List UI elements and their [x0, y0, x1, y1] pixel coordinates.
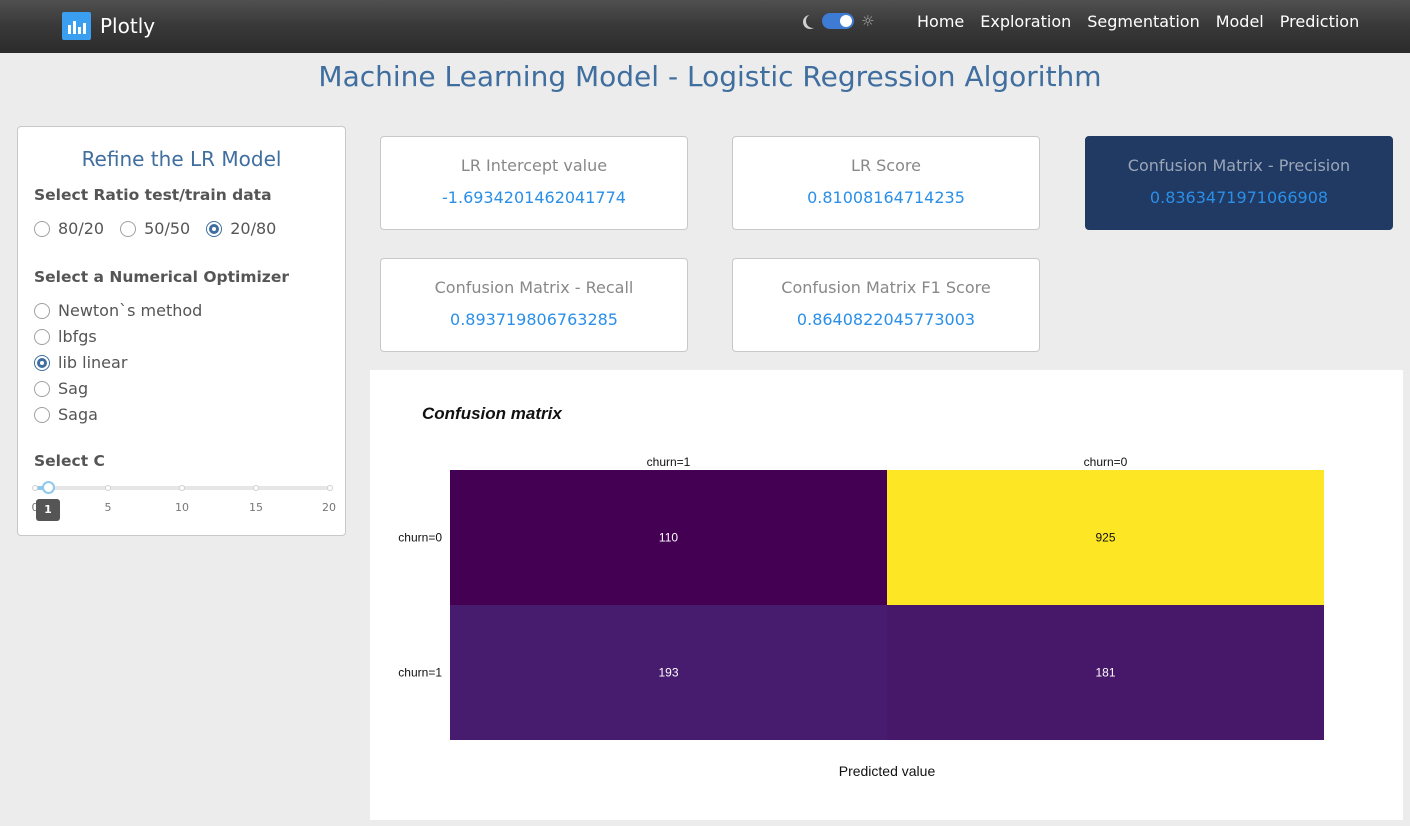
slider-handle[interactable]: [42, 481, 55, 494]
slider-mark[interactable]: [32, 485, 38, 491]
nav-link-segmentation[interactable]: Segmentation: [1079, 11, 1207, 33]
radio-label: Newton`s method: [58, 301, 203, 320]
theme-toggle[interactable]: [822, 13, 854, 29]
theme-switch[interactable]: ☼: [801, 11, 874, 31]
ratio-option-50-50[interactable]: 50/50: [120, 219, 190, 238]
card-label: LR Intercept value: [460, 156, 608, 175]
radio-label: Sag: [58, 379, 89, 398]
x-axis-title: Predicted value: [839, 763, 936, 779]
recall-card: Confusion Matrix - Recall 0.893719806763…: [380, 258, 688, 352]
slider-mark[interactable]: [253, 485, 259, 491]
card-label: Confusion Matrix - Precision: [1127, 156, 1351, 175]
card-label: Confusion Matrix - Recall: [434, 278, 634, 297]
nav-links: Home Exploration Segmentation Model Pred…: [909, 11, 1367, 33]
radio-button-checked[interactable]: [206, 220, 223, 237]
card-value: 0.893719806763285: [450, 310, 618, 329]
cell-value-label: 925: [1095, 531, 1115, 545]
card-label: Confusion Matrix F1 Score: [781, 278, 991, 297]
radio-button[interactable]: [34, 328, 50, 345]
card-value: 0.8363471971066908: [1149, 188, 1329, 207]
ratio-label: Select Ratio test/train data: [34, 186, 272, 204]
card-value: 0.8640822045773003: [796, 310, 976, 329]
precision-card: Confusion Matrix - Precision 0.836347197…: [1085, 136, 1393, 230]
x-tick-label: churn=0: [1084, 455, 1128, 469]
radio-label: 20/80: [230, 219, 277, 238]
nav-link-home[interactable]: Home: [909, 11, 972, 33]
optimizer-option-liblinear[interactable]: lib linear: [34, 353, 127, 372]
cell-value-label: 181: [1095, 666, 1115, 680]
nav-link-exploration[interactable]: Exploration: [972, 11, 1079, 33]
card-value: -1.6934201462041774: [442, 188, 626, 207]
moon-icon: [806, 14, 820, 28]
panel-title: Refine the LR Model: [81, 147, 282, 171]
x-tick-label: churn=1: [647, 455, 691, 469]
page-title: Machine Learning Model - Logistic Regres…: [318, 60, 1102, 93]
radio-button[interactable]: [34, 380, 50, 397]
brand-name: Plotly: [100, 14, 156, 38]
plotly-logo-icon: [62, 12, 91, 40]
confusion-matrix-chart: Confusion matrix 110 925 193 181 churn=1 chur…: [370, 370, 1403, 820]
f1-score-card: Confusion Matrix F1 Score 0.864082204577…: [732, 258, 1040, 352]
nav-link-model[interactable]: Model: [1208, 11, 1272, 33]
radio-button[interactable]: [34, 406, 50, 423]
top-navbar: Plotly ☼ Home Exploration Segmentation M…: [0, 0, 1410, 53]
slider-tick-label: 20: [322, 501, 336, 514]
radio-label: Saga: [58, 405, 98, 424]
optimizer-option-newton[interactable]: Newton`s method: [34, 301, 202, 320]
cell-value-label: 193: [658, 666, 678, 680]
radio-button-checked[interactable]: [34, 354, 50, 371]
ratio-option-80-20[interactable]: 80/20: [34, 219, 104, 238]
slider-value-tooltip: 1: [36, 499, 60, 521]
cell-value-label: 110: [659, 531, 678, 545]
radio-label: lib linear: [58, 353, 128, 372]
sun-icon: ☼: [861, 12, 875, 30]
toggle-knob: [840, 15, 852, 27]
ratio-option-20-80[interactable]: 20/80: [206, 219, 276, 238]
ratio-radio-group: 80/20 50/50 20/80: [34, 219, 292, 238]
c-slider-label: Select C: [34, 452, 105, 470]
intercept-card: LR Intercept value -1.6934201462041774: [380, 136, 688, 230]
card-value: 0.81008164714235: [807, 188, 965, 207]
radio-button[interactable]: [120, 220, 137, 237]
score-card: LR Score 0.81008164714235: [732, 136, 1040, 230]
brand[interactable]: Plotly: [62, 11, 155, 41]
radio-button[interactable]: [34, 220, 50, 237]
radio-button[interactable]: [34, 302, 50, 319]
slider-mark[interactable]: [327, 485, 333, 491]
optimizer-option-saga[interactable]: Saga: [34, 405, 98, 424]
optimizer-option-sag[interactable]: Sag: [34, 379, 88, 398]
heatmap-svg: 110 925 193 181 churn=1 churn=0 churn=0 churn=1…: [398, 455, 1324, 779]
slider-mark[interactable]: [105, 485, 111, 491]
slider-tick-label: 10: [175, 501, 189, 514]
radio-label: 80/20: [58, 219, 105, 238]
slider-tick-label: 15: [249, 501, 263, 514]
slider-mark[interactable]: [179, 485, 185, 491]
slider-tick-label: 5: [104, 501, 112, 514]
model-settings-panel: Refine the LR Model Select Ratio test/tr…: [17, 126, 346, 536]
optimizer-option-lbfgs[interactable]: lbfgs: [34, 327, 97, 346]
radio-label: lbfgs: [58, 327, 97, 346]
y-tick-label: churn=0: [398, 531, 442, 545]
radio-label: 50/50: [144, 219, 191, 238]
nav-link-prediction[interactable]: Prediction: [1272, 11, 1367, 33]
card-label: LR Score: [851, 156, 921, 175]
optimizer-label: Select a Numerical Optimizer: [34, 268, 289, 286]
y-tick-label: churn=1: [398, 666, 442, 680]
c-slider[interactable]: 0 5 10 15 20 1: [32, 481, 336, 522]
